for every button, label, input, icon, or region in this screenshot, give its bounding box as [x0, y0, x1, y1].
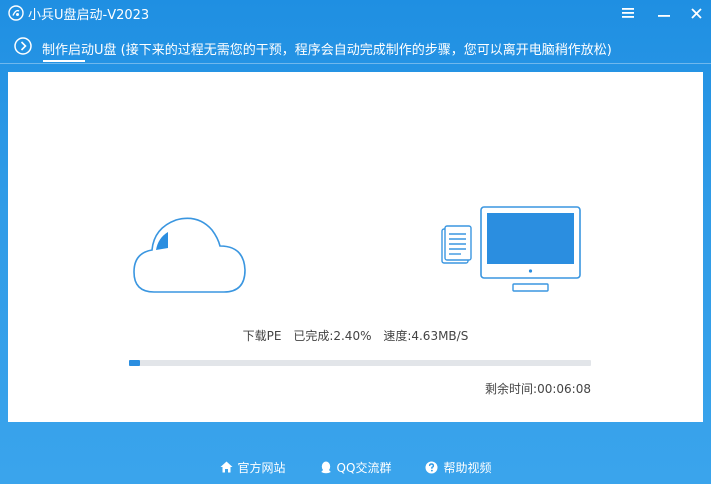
menu-icon: [622, 8, 634, 18]
progress-panel: 下载PE 已完成:2.40% 速度:4.63MB/S 剩余时间:00:06:08: [8, 72, 703, 422]
official-site-link[interactable]: 官方网站: [220, 456, 286, 478]
monitor-with-document: [441, 206, 581, 292]
step-header: 制作启动U盘 (接下来的过程无需您的干预，程序会自动完成制作的步骤，您可以离开电…: [0, 32, 711, 62]
title-bar: 小兵U盘启动-V2023: [0, 0, 711, 26]
qq-group-link[interactable]: QQ交流群: [320, 456, 392, 478]
speed-label: 速度:4.63MB/S: [383, 329, 469, 343]
installer-window: 小兵U盘启动-V2023 制作启动U盘 (接下来的过程无需您的干预，程序会自动完…: [0, 0, 711, 484]
window-title: 小兵U盘启动-V2023: [28, 8, 150, 23]
remaining-time: 剩余时间:00:06:08: [485, 382, 591, 396]
qq-icon: [320, 461, 331, 473]
chevron-right-circle-icon: [14, 37, 32, 55]
step-description: 制作启动U盘 (接下来的过程无需您的干预，程序会自动完成制作的步骤，您可以离开电…: [42, 43, 612, 58]
minimize-button[interactable]: [654, 3, 674, 23]
header-divider: [0, 63, 711, 64]
progress-bar: [129, 360, 591, 366]
menu-button[interactable]: [618, 3, 638, 23]
close-button[interactable]: [686, 3, 706, 23]
help-icon: [425, 461, 438, 473]
document-icon: [441, 225, 472, 264]
qq-group-label: QQ交流群: [336, 460, 392, 475]
app-logo-icon: [8, 5, 24, 21]
step-underline: [43, 60, 85, 62]
home-icon: [220, 461, 233, 473]
progress-status: 下载PE 已完成:2.40% 速度:4.63MB/S: [8, 327, 703, 344]
official-site-label: 官方网站: [237, 460, 286, 475]
minimize-icon: [658, 15, 670, 17]
progress-bar-fill: [129, 360, 141, 366]
help-video-label: 帮助视频: [443, 460, 492, 475]
help-video-link[interactable]: 帮助视频: [425, 456, 491, 478]
task-label: 下载PE: [242, 329, 282, 343]
close-icon: [690, 7, 702, 19]
footer-links: 官方网站 QQ交流群 帮助视频: [0, 456, 711, 478]
completed-label: 已完成:2.40%: [293, 329, 372, 343]
cloud-icon: [133, 217, 246, 293]
monitor-icon: [480, 206, 581, 292]
